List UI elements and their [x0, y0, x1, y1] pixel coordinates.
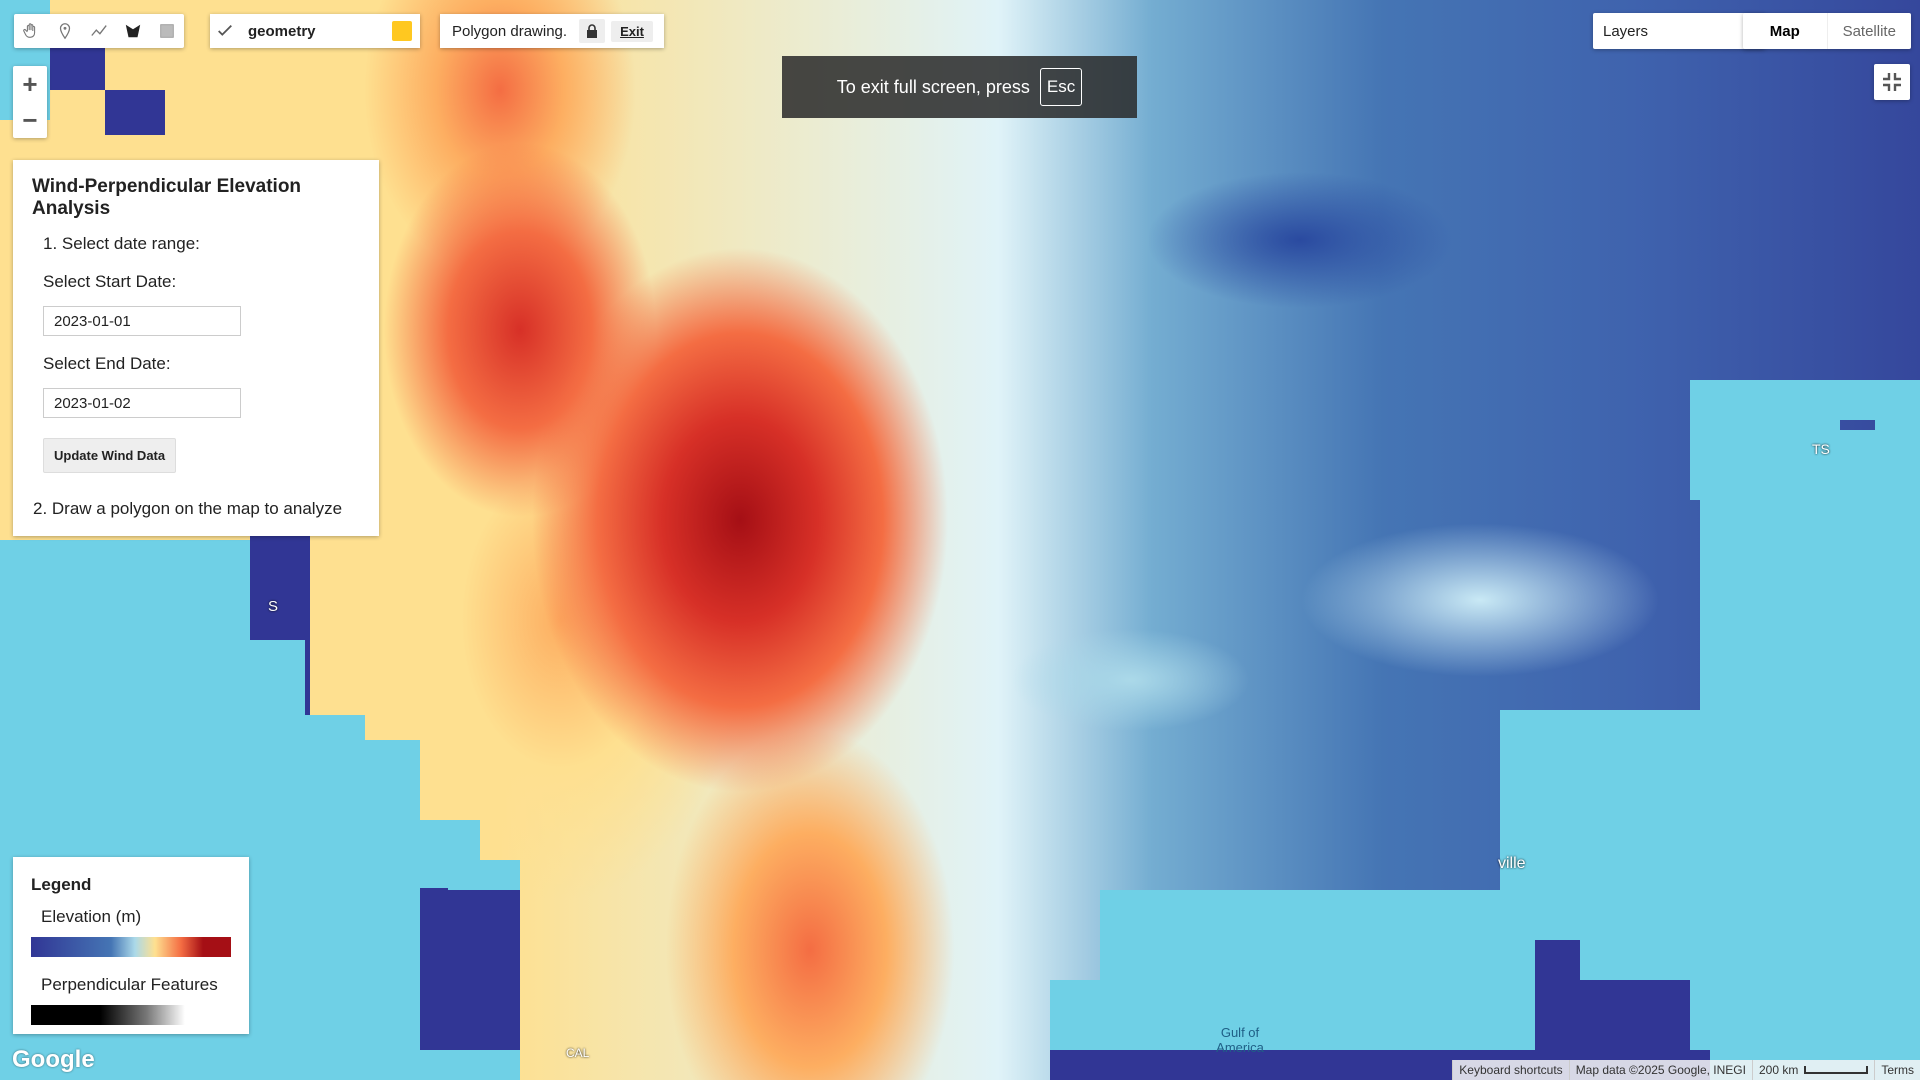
polygon-icon[interactable] — [116, 14, 150, 48]
legend-panel: Legend Elevation (m) Perpendicular Featu… — [13, 857, 249, 1034]
scale-line — [1804, 1066, 1869, 1074]
layers-label: Layers — [1603, 22, 1649, 40]
exit-fullscreen-button[interactable] — [1874, 64, 1910, 100]
rectangle-icon[interactable] — [150, 14, 184, 48]
region-label: S — [268, 598, 279, 615]
step1-label: 1. Select date range: — [43, 234, 200, 253]
perpendicular-legend-label: Perpendicular Features — [41, 975, 218, 994]
exit-drawing-button[interactable]: Exit — [611, 20, 653, 42]
elevation-color-bar — [31, 937, 231, 957]
step2-label: 2. Draw a polygon on the map to analyze — [33, 499, 343, 518]
region-label: TS — [1812, 441, 1830, 457]
geometry-layer-row[interactable]: geometry — [210, 14, 420, 48]
city-label: ville — [1498, 855, 1526, 872]
map-data-attribution: Map data ©2025 Google, INEGI — [1568, 1060, 1752, 1080]
terms-link[interactable]: Terms — [1874, 1060, 1920, 1080]
esc-key: Esc — [1039, 68, 1083, 106]
map-type-satellite-button[interactable]: Satellite — [1826, 13, 1912, 49]
gulf-label: Gulf of America — [1216, 1025, 1264, 1055]
update-wind-data-button[interactable]: Update Wind Data — [43, 438, 177, 473]
ocean-tile — [105, 90, 165, 135]
zoom-out-button[interactable]: − — [13, 102, 47, 138]
zoom-control: + − — [13, 66, 47, 138]
ocean-tile — [420, 1050, 520, 1080]
perpendicular-color-bar — [31, 1005, 185, 1025]
ocean-tile — [1690, 380, 1840, 500]
pan-hand-icon[interactable] — [14, 14, 48, 48]
analysis-panel: Wind-Perpendicular Elevation Analysis 1.… — [13, 160, 379, 536]
start-date-input[interactable] — [43, 306, 241, 336]
panel-title: Wind-Perpendicular Elevation Analysis — [32, 176, 302, 219]
exit-fullscreen-icon — [1883, 73, 1901, 91]
drawing-status: Polygon drawing. — [452, 22, 568, 40]
marker-icon[interactable] — [48, 14, 82, 48]
ocean-tile — [1840, 380, 1920, 420]
polyline-icon[interactable] — [82, 14, 116, 48]
zoom-in-button[interactable]: + — [13, 66, 47, 102]
legend-title: Legend — [31, 875, 92, 894]
ocean-tile — [305, 715, 365, 1080]
ocean-tile — [50, 45, 105, 90]
region-label: CAL — [566, 1046, 590, 1060]
end-date-input[interactable] — [43, 388, 241, 418]
layer-color-swatch[interactable] — [392, 21, 412, 41]
scale-bar[interactable]: 200 km — [1751, 1060, 1875, 1080]
start-date-label: Select Start Date: — [43, 272, 177, 291]
fullscreen-notice: To exit full screen, press Esc — [782, 56, 1137, 118]
layers-dropdown[interactable]: Layers — [1593, 13, 1765, 49]
map-type-map-button[interactable]: Map — [1743, 13, 1827, 49]
fullscreen-notice-text: To exit full screen, press — [836, 76, 1030, 97]
ocean-tile — [420, 888, 448, 953]
ocean-tile — [365, 740, 420, 1080]
polygon-drawing-bar: Polygon drawing. Exit — [440, 14, 664, 48]
elevation-legend-label: Elevation (m) — [41, 907, 142, 926]
ocean-tile — [1580, 820, 1690, 980]
lock-icon[interactable] — [579, 19, 606, 43]
drawing-toolbar — [14, 14, 184, 48]
checkbox-icon[interactable] — [216, 22, 234, 40]
end-date-label: Select End Date: — [43, 354, 171, 373]
ocean-tile — [250, 640, 305, 1080]
scale-label: 200 km — [1758, 1063, 1799, 1077]
map-type-control: Map Satellite — [1743, 13, 1911, 49]
geometry-layer-name: geometry — [248, 22, 316, 40]
keyboard-shortcuts-link[interactable]: Keyboard shortcuts — [1452, 1060, 1569, 1080]
map-footer: Keyboard shortcuts Map data ©2025 Google… — [1452, 1060, 1920, 1080]
google-logo: Google — [12, 1046, 95, 1073]
